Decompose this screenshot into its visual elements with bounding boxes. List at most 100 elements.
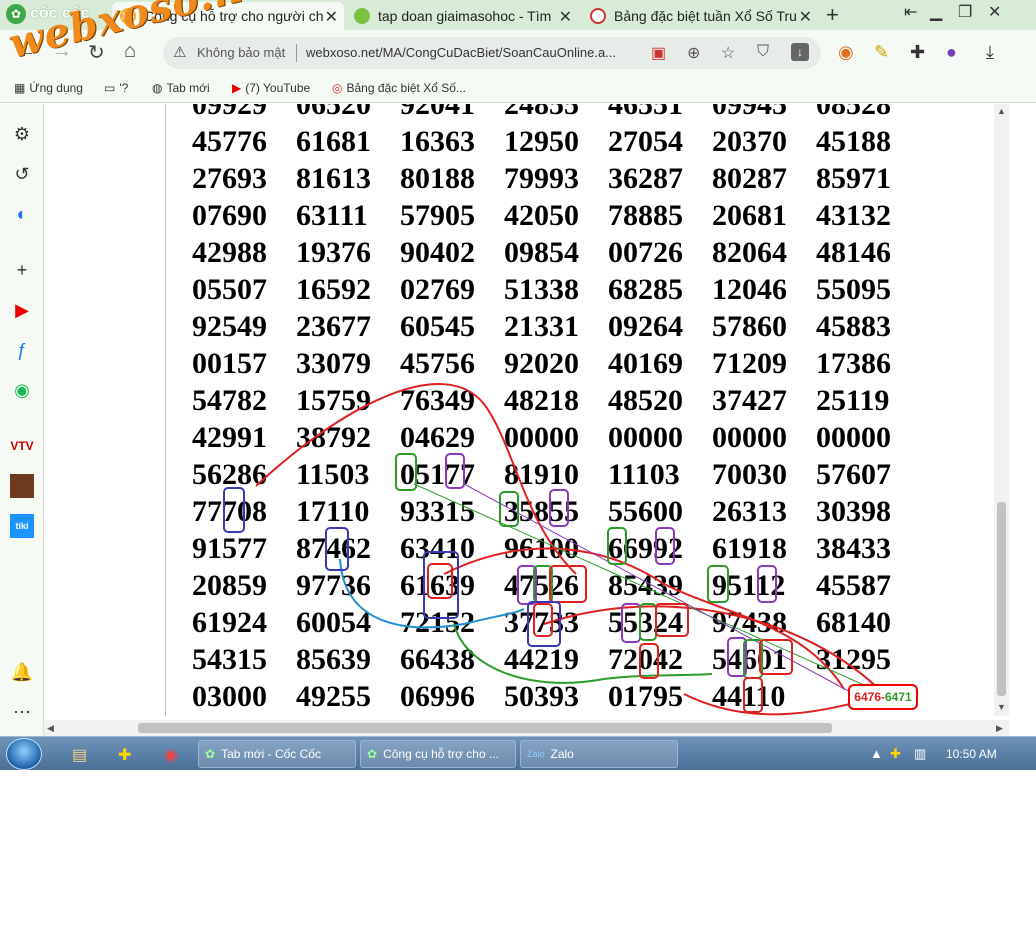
minimize-icon[interactable]: ▁: [930, 2, 942, 22]
coccoc-small-icon: ✿: [205, 747, 216, 761]
annotation-box: [499, 491, 519, 527]
taskbar-item-label: Zalo: [550, 747, 574, 761]
home-icon[interactable]: ⌂: [124, 40, 136, 63]
add-icon[interactable]: +: [10, 258, 34, 282]
blocked-popup-icon[interactable]: ▣: [651, 43, 666, 63]
annotation-box: [549, 565, 587, 603]
new-tab-icon[interactable]: +: [826, 2, 839, 28]
scroll-left-icon[interactable]: ◀: [47, 723, 54, 734]
prediction-right: 6471: [885, 690, 912, 704]
divider: [296, 44, 297, 62]
taskbar-item[interactable]: ✿ Tab mới - Cốc Cốc: [198, 740, 356, 768]
facebook-icon[interactable]: ƒ: [10, 338, 34, 362]
annotation-box: [655, 527, 675, 565]
annotation-box: [757, 565, 777, 603]
zalo-icon: Zalo: [527, 749, 545, 759]
chrome-icon[interactable]: ◉: [164, 745, 178, 765]
taskbar-item-label: Công cụ hỗ trợ cho ...: [383, 747, 499, 761]
tray-app-icon[interactable]: ✚: [890, 746, 901, 762]
annotation-box: [655, 603, 689, 637]
toolbar: ← → ↻ ⌂ ⚠ Không bảo mật webxoso.net/MA/C…: [0, 30, 1036, 75]
annotation-box: [395, 453, 417, 491]
gear-icon[interactable]: ⚙: [10, 122, 34, 146]
annotation-box: [759, 639, 793, 675]
annotation-curve: [453, 623, 713, 684]
close-tab-icon[interactable]: ✕: [799, 7, 812, 27]
download-page-icon[interactable]: ↓: [791, 43, 809, 61]
bookmark-xoso[interactable]: ◎ Bảng đặc biệt Xổ Số...: [332, 81, 466, 95]
taskbar-item-label: Tab mới - Cốc Cốc: [221, 747, 321, 761]
address-bar[interactable]: ⚠ Không bảo mật webxoso.net/MA/CongCuDac…: [163, 37, 821, 69]
annotation-box: [549, 489, 569, 527]
tab[interactable]: tap doan giaimasohoc - Tìm ✕: [346, 2, 578, 30]
game-icon[interactable]: [10, 474, 34, 498]
scroll-up-icon[interactable]: ▲: [997, 106, 1006, 116]
annotation-box: [223, 487, 245, 533]
annotation-box: [707, 565, 729, 603]
tab[interactable]: Bảng đặc biệt tuần Xổ Số Tru ✕: [582, 2, 818, 30]
bookmark-new-tab[interactable]: ◍ Tab mới: [152, 81, 210, 95]
warning-icon[interactable]: ⚠: [173, 43, 186, 61]
apps-icon: ▦: [14, 81, 26, 95]
annotation-overlay: [223, 383, 885, 716]
bookmark-label: Bảng đặc biệt Xổ Số...: [346, 81, 466, 95]
scroll-down-icon[interactable]: ▼: [997, 702, 1006, 712]
zoom-icon[interactable]: ⊕: [687, 43, 700, 63]
annotation-box: [325, 527, 349, 571]
annotation-box: [427, 563, 453, 599]
tiki-icon[interactable]: tiki: [10, 514, 34, 538]
spotify-icon[interactable]: ◉: [10, 378, 34, 402]
history-icon[interactable]: ↺: [10, 162, 34, 186]
annotation-box: [743, 677, 763, 713]
annotation-box: [445, 453, 465, 489]
bookmark-youtube[interactable]: ▶ (7) YouTube: [232, 81, 310, 95]
scroll-thumb[interactable]: [138, 723, 832, 733]
network-icon[interactable]: ▥: [914, 746, 926, 762]
bookmark-folder[interactable]: ▭ '?: [104, 81, 128, 95]
bell-icon[interactable]: 🔔: [10, 660, 34, 684]
file-explorer-icon[interactable]: ▤: [72, 745, 87, 765]
swirl-favicon-icon: [590, 8, 606, 24]
folder-icon: ▭: [104, 81, 116, 95]
start-button[interactable]: [6, 738, 42, 770]
prediction-left: 6476: [854, 690, 881, 704]
close-tab-icon[interactable]: ✕: [325, 7, 338, 27]
sidebar: ⚙ ↺ ◐ + ▶ ƒ ◉ VTV tiki 🔔 ⋯: [0, 104, 44, 736]
close-window-icon[interactable]: ✕: [988, 2, 1001, 22]
download-icon[interactable]: ⤓: [986, 42, 994, 63]
taskbar-item[interactable]: Zalo Zalo: [520, 740, 678, 768]
coccoc-extension-icon[interactable]: ◉: [838, 42, 854, 63]
coccoc-taskbar-icon[interactable]: ✚: [118, 745, 131, 765]
page-content: 09929 06520 92041 24855 46551 09945 08528 45776…: [44, 104, 994, 716]
more-icon[interactable]: ⋯: [10, 700, 34, 724]
globe-icon: ◍: [152, 81, 163, 95]
clock: 10:50 AM: [946, 747, 997, 761]
bookmark-star-icon[interactable]: ☆: [721, 43, 735, 63]
annotation-box: [533, 603, 553, 637]
bookmark-apps[interactable]: ▦ Ứng dụng: [14, 81, 83, 95]
youtube-icon[interactable]: ▶: [10, 298, 34, 322]
bookmark-label: '?: [119, 81, 129, 95]
annotation-box: [639, 643, 659, 679]
avatar[interactable]: ●: [946, 42, 957, 63]
vertical-scrollbar[interactable]: ▲ ▼: [994, 104, 1009, 716]
tab-menu-icon[interactable]: ⇤: [904, 2, 917, 22]
leaf-favicon-icon: [354, 8, 370, 24]
horizontal-scrollbar[interactable]: ◀ ▶: [44, 720, 1009, 736]
bookmark-label: Tab mới: [166, 81, 210, 95]
taskbar-item[interactable]: ✿ Công cụ hỗ trợ cho ...: [360, 740, 516, 768]
puzzle-icon[interactable]: ✚: [910, 42, 925, 63]
tray-expand-icon[interactable]: ▲: [870, 746, 883, 761]
pencil-icon[interactable]: ✎: [874, 42, 889, 63]
messenger-icon[interactable]: ◐: [10, 202, 34, 226]
url-text[interactable]: webxoso.net/MA/CongCuDacBiet/SoanCauOnli…: [306, 45, 616, 60]
shield-icon[interactable]: ⛉: [757, 43, 769, 61]
scroll-right-icon[interactable]: ▶: [996, 723, 1003, 734]
scroll-thumb[interactable]: [997, 502, 1006, 696]
annotation-box: [621, 603, 641, 643]
coccoc-small-icon: ✿: [367, 747, 378, 761]
security-label[interactable]: Không bảo mật: [197, 45, 285, 60]
close-tab-icon[interactable]: ✕: [559, 7, 572, 27]
restore-icon[interactable]: ❐: [958, 2, 972, 22]
vtv-icon[interactable]: VTV: [10, 434, 34, 458]
